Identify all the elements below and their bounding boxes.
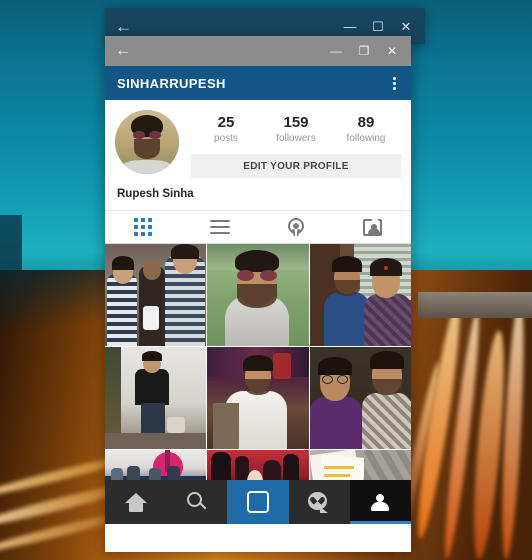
dot bbox=[392, 76, 396, 80]
grid-photo-4[interactable] bbox=[105, 347, 207, 449]
minimize-button[interactable]: — bbox=[343, 20, 357, 33]
instagram-app-window[interactable]: ← — ❐ ✕ SINHARRUPESH 25 posts 159 follow… bbox=[105, 36, 411, 552]
photo-man-in-black-tshirt-standing bbox=[105, 347, 207, 449]
photo-man-in-white-shirt-seated bbox=[207, 347, 309, 449]
edit-profile-button[interactable]: EDIT YOUR PROFILE bbox=[191, 154, 401, 178]
tab-list-view[interactable] bbox=[182, 211, 259, 243]
stat-label: following bbox=[346, 133, 386, 144]
nav-profile[interactable] bbox=[349, 480, 411, 524]
minimize-button[interactable]: — bbox=[329, 45, 343, 57]
inner-window-controls: — ❐ ✕ bbox=[329, 45, 405, 57]
stat-label: posts bbox=[214, 133, 238, 144]
avatar[interactable] bbox=[115, 110, 179, 174]
grid-photo-9[interactable] bbox=[309, 450, 411, 480]
back-arrow-icon[interactable]: ← bbox=[115, 43, 131, 59]
nav-search[interactable] bbox=[166, 480, 227, 524]
stat-value: 25 bbox=[217, 114, 235, 131]
grid-photo-6[interactable] bbox=[309, 347, 411, 449]
nav-camera[interactable] bbox=[227, 480, 289, 524]
photo-two-men-smiling-indoors bbox=[309, 347, 411, 449]
grid-photo-8[interactable] bbox=[207, 450, 309, 480]
tab-grid-view[interactable] bbox=[105, 211, 182, 243]
profile-tab-strip bbox=[105, 210, 411, 244]
wallpaper-overpass bbox=[418, 292, 532, 318]
dot bbox=[392, 86, 396, 90]
photo-three-friends-mirror-selfie bbox=[105, 244, 207, 346]
person-icon bbox=[371, 493, 390, 512]
photo-man-and-woman-portrait bbox=[309, 244, 411, 346]
stat-label: followers bbox=[276, 133, 316, 144]
profile-stats: 25 posts 159 followers 89 following bbox=[191, 110, 401, 146]
location-pin-icon bbox=[288, 217, 305, 237]
heart-bubble-icon bbox=[308, 492, 330, 513]
app-header: SINHARRUPESH bbox=[105, 66, 411, 100]
restore-button[interactable]: ❐ bbox=[357, 45, 371, 57]
overflow-menu-icon[interactable] bbox=[385, 74, 403, 93]
profile-full-name: Rupesh Sinha bbox=[117, 188, 194, 200]
search-icon bbox=[186, 492, 207, 512]
grid-photo-1[interactable] bbox=[105, 244, 207, 346]
tagged-photos-icon bbox=[363, 215, 383, 236]
avatar-shirt bbox=[123, 160, 171, 174]
back-arrow-icon[interactable]: ← bbox=[115, 18, 132, 35]
photo-man-with-sunglasses-outdoors bbox=[207, 244, 309, 346]
nav-home[interactable] bbox=[105, 480, 166, 524]
nav-activity[interactable] bbox=[289, 480, 350, 524]
grid-icon bbox=[134, 218, 153, 236]
stat-followers[interactable]: 159 followers bbox=[261, 114, 331, 146]
grid-photo-5[interactable] bbox=[207, 347, 309, 449]
bottom-navigation bbox=[105, 480, 411, 524]
outer-window-controls: — ☐ ✕ bbox=[343, 20, 419, 33]
grid-photo-2[interactable] bbox=[207, 244, 309, 346]
photo-grid bbox=[105, 244, 411, 480]
tab-photos-of-you[interactable] bbox=[335, 211, 412, 243]
home-icon bbox=[124, 492, 147, 512]
desktop-background: ← — ☐ ✕ ← — ❐ ✕ SINHARRUPESH 25 posts 15… bbox=[0, 0, 532, 560]
profile-details: 25 posts 159 followers 89 following EDIT bbox=[179, 110, 401, 178]
grid-photo-7[interactable] bbox=[105, 450, 207, 480]
grid-photo-3[interactable] bbox=[309, 244, 411, 346]
list-icon bbox=[209, 220, 230, 234]
avatar-sunglasses bbox=[133, 131, 161, 139]
photo-people-at-exhibition-booth bbox=[105, 450, 207, 480]
dot bbox=[392, 81, 396, 85]
stat-posts[interactable]: 25 posts bbox=[191, 114, 261, 146]
stat-following[interactable]: 89 following bbox=[331, 114, 401, 146]
profile-header-row: 25 posts 159 followers 89 following EDIT bbox=[115, 110, 401, 178]
maximize-button[interactable]: ☐ bbox=[371, 20, 385, 33]
tab-photo-map[interactable] bbox=[258, 211, 335, 243]
stat-value: 159 bbox=[283, 114, 309, 131]
photo-crowd-at-concert bbox=[207, 450, 309, 480]
page-title: SINHARRUPESH bbox=[117, 75, 226, 91]
photo-hands-holding-papers bbox=[309, 450, 411, 480]
close-button[interactable]: ✕ bbox=[399, 20, 413, 33]
camera-icon bbox=[247, 491, 269, 513]
inner-window-titlebar[interactable]: ← — ❐ ✕ bbox=[105, 36, 411, 66]
avatar-beard bbox=[134, 139, 160, 159]
stat-value: 89 bbox=[357, 114, 375, 131]
profile-section: 25 posts 159 followers 89 following EDIT bbox=[105, 100, 411, 210]
close-button[interactable]: ✕ bbox=[385, 45, 399, 57]
